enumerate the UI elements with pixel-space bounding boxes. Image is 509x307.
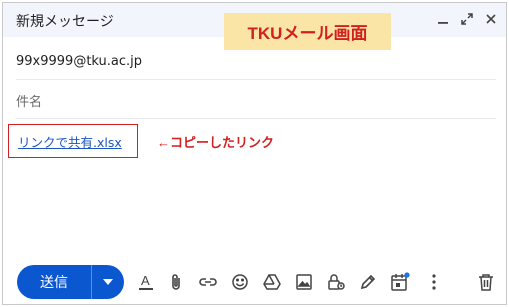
schedule-calendar-icon[interactable] [389,271,411,293]
compose-window: 新規メッセージ TKUメール画面 99x9999@tku.ac.jp 件名 リン… [2,2,507,305]
to-recipient: 99x9999@tku.ac.jp [16,54,143,69]
minimize-icon[interactable] [434,10,452,28]
more-vert-icon[interactable] [423,271,445,293]
shared-link-highlight: リンクで共有.xlsx [8,124,138,158]
subject-placeholder: 件名 [16,95,43,110]
copied-link-annotation: ←コピーしたリンク [157,135,275,150]
drive-icon[interactable] [261,271,283,293]
lock-timer-icon[interactable] [325,271,347,293]
compose-toolbar: 送信 A [3,263,506,299]
subject-field[interactable]: 件名 [16,83,496,119]
signature-pen-icon[interactable] [357,271,379,293]
attach-icon[interactable] [165,271,187,293]
emoji-icon[interactable] [229,271,251,293]
link-icon[interactable] [197,271,219,293]
photo-icon[interactable] [293,271,315,293]
close-icon[interactable] [482,10,500,28]
to-field[interactable]: 99x9999@tku.ac.jp [16,44,496,80]
send-options-button[interactable] [92,279,124,285]
send-label: 送信 [40,274,68,290]
text-format-icon[interactable]: A [135,271,157,293]
shared-file-link[interactable]: リンクで共有.xlsx [18,132,122,151]
expand-icon[interactable] [458,10,476,28]
compose-title: 新規メッセージ [16,14,114,30]
chevron-down-icon [103,279,113,285]
send-button[interactable]: 送信 [17,265,124,299]
svg-text:A: A [141,273,150,288]
window-controls [434,10,500,28]
trash-icon[interactable] [475,271,497,293]
